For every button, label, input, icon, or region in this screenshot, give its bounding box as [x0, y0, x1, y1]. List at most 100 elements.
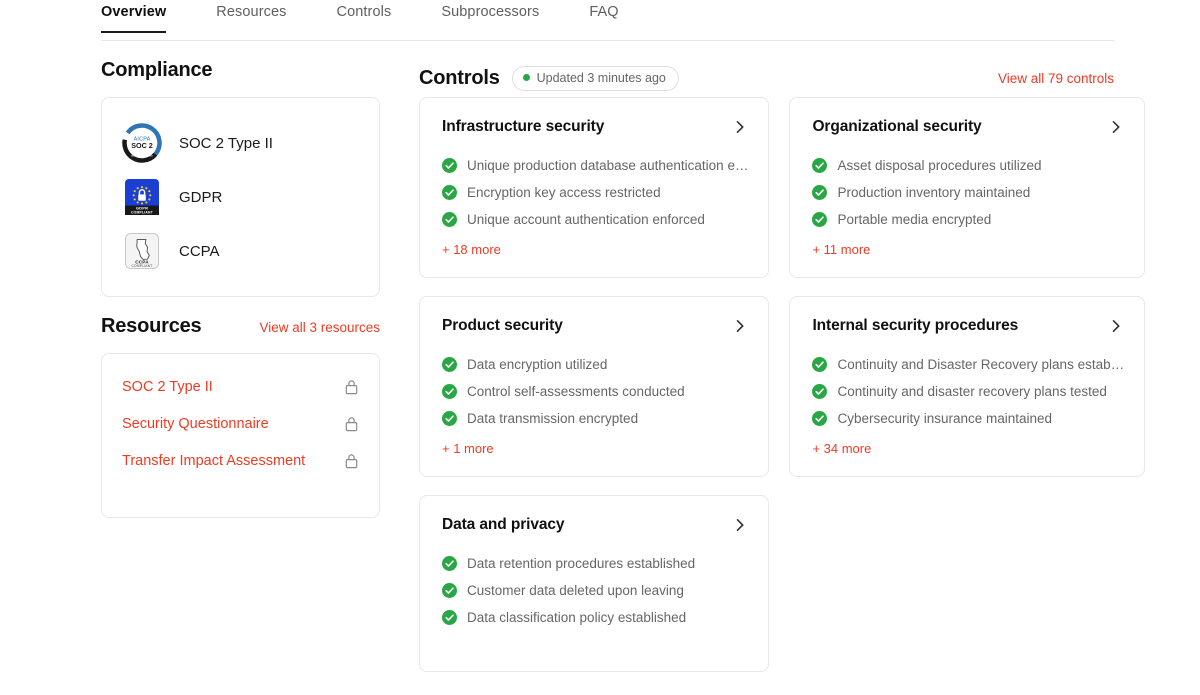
- compliance-row-ccpa: CCPA COMPLIANT CCPA: [122, 224, 359, 278]
- compliance-label-soc2: SOC 2 Type II: [179, 135, 273, 152]
- control-item-text: Control self-assessments conducted: [467, 384, 685, 399]
- control-item: Data retention procedures established: [442, 550, 748, 577]
- check-circle-icon: [442, 411, 457, 426]
- control-card-title: Infrastructure security: [442, 118, 604, 136]
- svg-text:aicpa.org/soc4so: aicpa.org/soc4so: [131, 154, 153, 158]
- svg-text:SOC 2: SOC 2: [131, 141, 153, 150]
- chevron-right-icon[interactable]: [1108, 318, 1124, 334]
- control-item: Data encryption utilized: [442, 351, 748, 378]
- check-circle-icon: [442, 185, 457, 200]
- resource-item-transfer-impact-assessment[interactable]: Transfer Impact Assessment: [122, 442, 359, 479]
- control-card-header[interactable]: Internal security procedures: [812, 317, 1124, 335]
- tab-controls[interactable]: Controls: [337, 0, 392, 33]
- controls-grid: Infrastructure security Unique productio…: [419, 97, 1114, 672]
- control-item-text: Asset disposal procedures utilized: [837, 158, 1041, 173]
- svg-text:COMPLIANT: COMPLIANT: [131, 264, 152, 268]
- aicpa-soc2-badge: AICPA SOC 2 aicpa.org/soc4so: [122, 123, 162, 163]
- check-circle-icon: [812, 411, 827, 426]
- check-circle-icon: [442, 158, 457, 173]
- control-card-filler: [442, 631, 748, 653]
- status-dot-icon: [523, 74, 530, 81]
- main-tab-bar: Overview Resources Controls Subprocessor…: [101, 0, 1114, 41]
- control-item: Continuity and Disaster Recovery plans e…: [812, 351, 1124, 378]
- control-card-organizational-security: Organizational security Asset disposal p…: [789, 97, 1145, 278]
- chevron-right-icon[interactable]: [732, 517, 748, 533]
- view-all-resources-link[interactable]: View all 3 resources: [259, 320, 380, 335]
- control-item-text: Unique account authentication enforced: [467, 212, 705, 227]
- compliance-row-soc2: AICPA SOC 2 aicpa.org/soc4so SOC 2 Type …: [122, 116, 359, 170]
- control-item: Production inventory maintained: [812, 179, 1124, 206]
- resources-card: SOC 2 Type II Security Questionnaire: [101, 353, 380, 518]
- control-item-text: Data transmission encrypted: [467, 411, 638, 426]
- resource-name: SOC 2 Type II: [122, 379, 213, 395]
- resource-name: Security Questionnaire: [122, 416, 269, 432]
- page-body: Compliance AICPA SOC 2 aicpa.org/soc4so …: [0, 41, 1200, 672]
- control-item: Unique account authentication enforced: [442, 206, 748, 233]
- check-circle-icon: [812, 357, 827, 372]
- compliance-card: AICPA SOC 2 aicpa.org/soc4so SOC 2 Type …: [101, 97, 380, 297]
- tab-resources[interactable]: Resources: [216, 0, 286, 33]
- control-item-text: Cybersecurity insurance maintained: [837, 411, 1052, 426]
- gdpr-compliant-badge: GDPR COMPLIANT: [122, 177, 162, 217]
- show-more-link[interactable]: + 11 more: [812, 242, 870, 257]
- chevron-right-icon[interactable]: [1108, 119, 1124, 135]
- show-more-link[interactable]: + 18 more: [442, 242, 501, 257]
- control-item-text: Continuity and Disaster Recovery plans e…: [837, 357, 1124, 372]
- control-item-text: Portable media encrypted: [837, 212, 991, 227]
- check-circle-icon: [442, 212, 457, 227]
- control-item: Unique production database authenticatio…: [442, 152, 748, 179]
- control-card-title: Internal security procedures: [812, 317, 1018, 335]
- tab-faq[interactable]: FAQ: [589, 0, 618, 33]
- check-circle-icon: [812, 185, 827, 200]
- resource-item-security-questionnaire[interactable]: Security Questionnaire: [122, 405, 359, 442]
- control-card-data-and-privacy: Data and privacy Data retention procedur…: [419, 495, 769, 672]
- control-item: Control self-assessments conducted: [442, 378, 748, 405]
- control-card-header[interactable]: Organizational security: [812, 118, 1124, 136]
- control-card-infrastructure-security: Infrastructure security Unique productio…: [419, 97, 769, 278]
- lock-icon: [344, 416, 359, 432]
- check-circle-icon: [812, 212, 827, 227]
- check-circle-icon: [442, 556, 457, 571]
- controls-updated-badge: Updated 3 minutes ago: [512, 66, 679, 91]
- resource-name: Transfer Impact Assessment: [122, 453, 305, 469]
- show-more-link[interactable]: + 1 more: [442, 441, 494, 456]
- svg-text:COMPLIANT: COMPLIANT: [131, 210, 154, 214]
- show-more-link[interactable]: + 34 more: [812, 441, 871, 456]
- control-item-text: Data classification policy established: [467, 610, 686, 625]
- control-card-header[interactable]: Infrastructure security: [442, 118, 748, 136]
- check-circle-icon: [442, 583, 457, 598]
- compliance-header: Compliance: [101, 41, 380, 97]
- control-item: Continuity and disaster recovery plans t…: [812, 378, 1124, 405]
- control-item: Data classification policy established: [442, 604, 748, 631]
- resources-card-filler: [122, 479, 359, 501]
- control-item: Customer data deleted upon leaving: [442, 577, 748, 604]
- control-card-header[interactable]: Product security: [442, 317, 748, 335]
- chevron-right-icon[interactable]: [732, 318, 748, 334]
- left-column: Compliance AICPA SOC 2 aicpa.org/soc4so …: [101, 41, 380, 518]
- chevron-right-icon[interactable]: [732, 119, 748, 135]
- control-card-title: Organizational security: [812, 118, 981, 136]
- control-item-text: Production inventory maintained: [837, 185, 1030, 200]
- compliance-row-gdpr: GDPR COMPLIANT GDPR: [122, 170, 359, 224]
- control-item-text: Data retention procedures established: [467, 556, 695, 571]
- tab-overview[interactable]: Overview: [101, 0, 166, 33]
- check-circle-icon: [442, 610, 457, 625]
- check-circle-icon: [442, 384, 457, 399]
- compliance-label-gdpr: GDPR: [179, 189, 222, 206]
- controls-title: Controls: [419, 67, 500, 90]
- control-item-text: Customer data deleted upon leaving: [467, 583, 684, 598]
- control-item-text: Continuity and disaster recovery plans t…: [837, 384, 1106, 399]
- control-item-text: Encryption key access restricted: [467, 185, 661, 200]
- control-item: Portable media encrypted: [812, 206, 1124, 233]
- controls-header: Controls Updated 3 minutes ago View all …: [419, 41, 1114, 97]
- control-card-title: Product security: [442, 317, 563, 335]
- right-column: Controls Updated 3 minutes ago View all …: [419, 41, 1114, 672]
- check-circle-icon: [442, 357, 457, 372]
- tab-subprocessors[interactable]: Subprocessors: [441, 0, 539, 33]
- control-card-product-security: Product security Data encryption utilize…: [419, 296, 769, 477]
- control-item-text: Unique production database authenticatio…: [467, 158, 748, 173]
- resource-item-soc2[interactable]: SOC 2 Type II: [122, 368, 359, 405]
- control-card-header[interactable]: Data and privacy: [442, 516, 748, 534]
- control-card-internal-security-procedures: Internal security procedures Continuity …: [789, 296, 1145, 477]
- view-all-controls-link[interactable]: View all 79 controls: [998, 71, 1114, 86]
